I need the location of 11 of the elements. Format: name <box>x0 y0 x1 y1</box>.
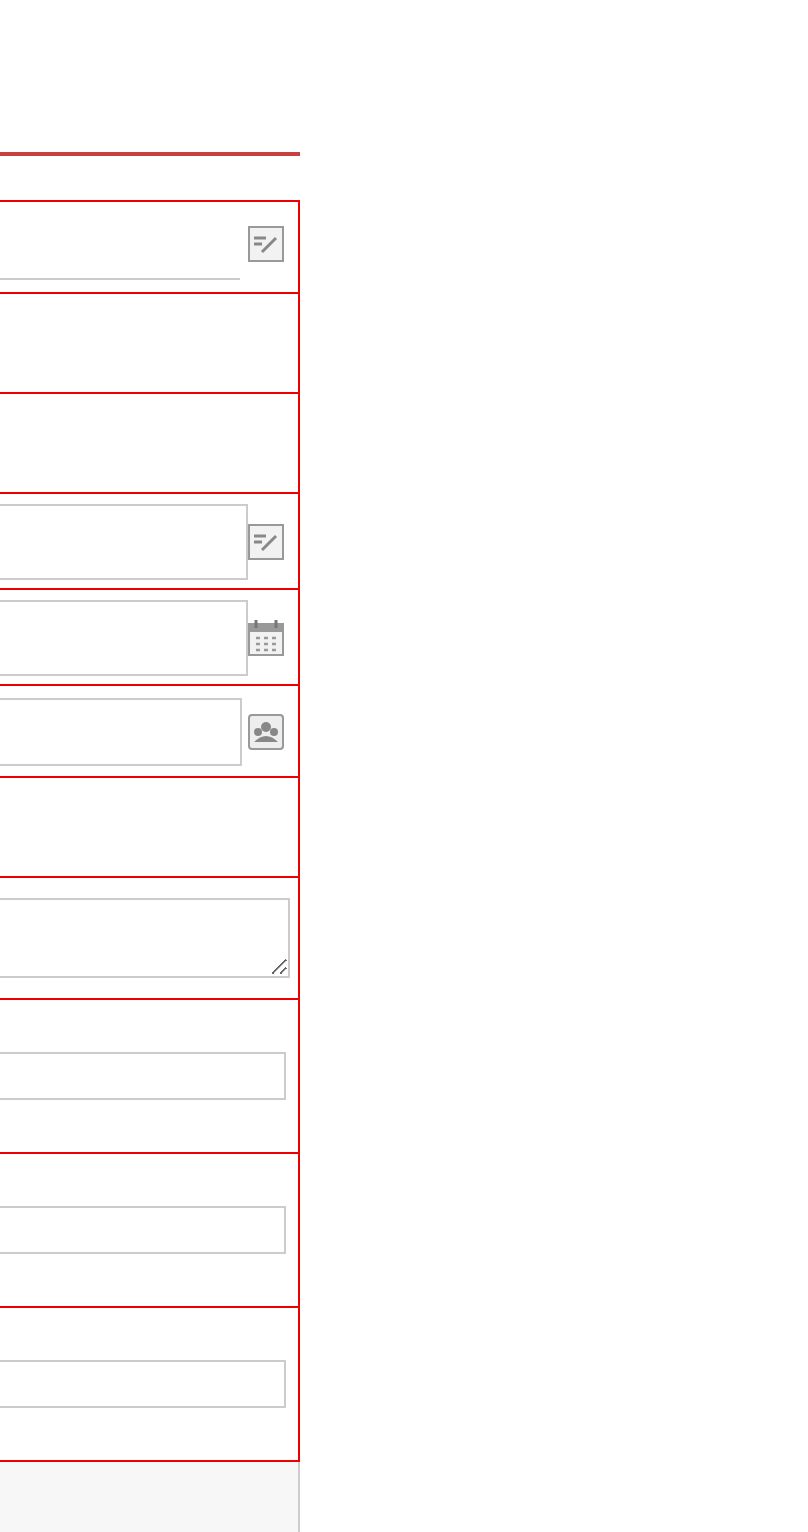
edit-icon[interactable] <box>248 523 284 559</box>
text-field[interactable] <box>0 503 248 579</box>
input-field[interactable] <box>0 1360 286 1408</box>
input-field[interactable] <box>0 1052 286 1100</box>
text-area[interactable] <box>0 898 290 978</box>
date-field[interactable] <box>0 599 248 675</box>
lookup-field[interactable] <box>0 697 242 765</box>
people-icon[interactable] <box>248 713 284 749</box>
input-field[interactable] <box>0 1206 286 1254</box>
calendar-icon[interactable] <box>248 619 284 655</box>
edit-icon[interactable] <box>248 226 284 262</box>
